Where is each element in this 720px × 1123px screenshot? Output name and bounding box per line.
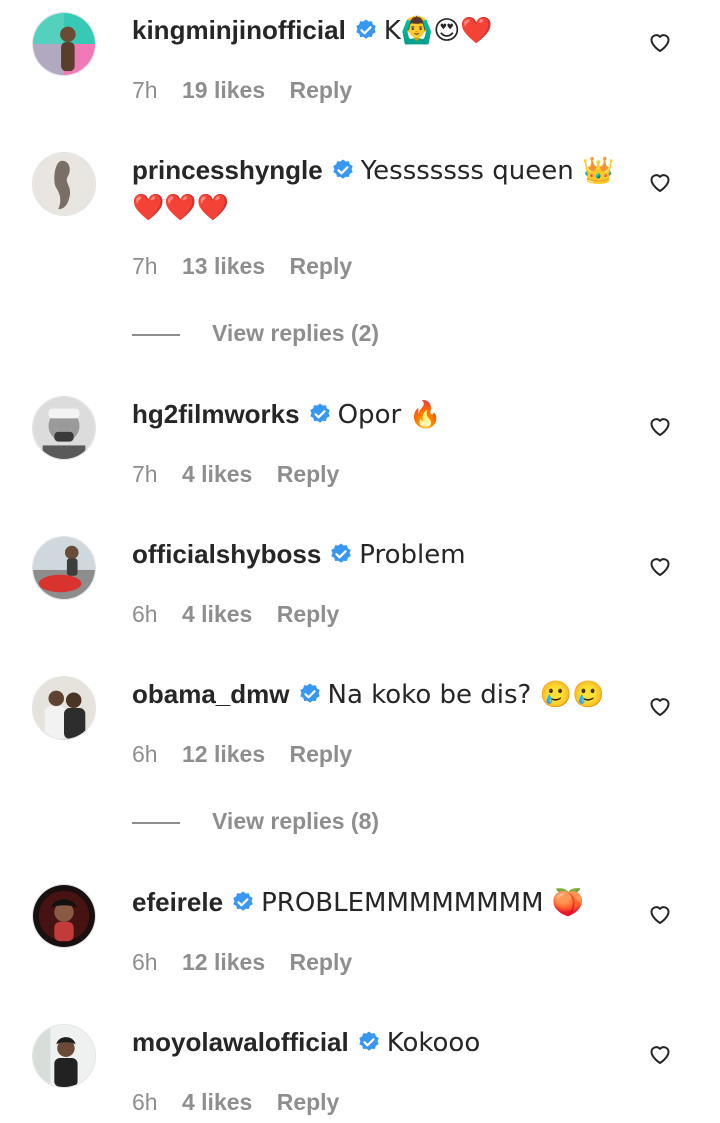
heart-outline-icon[interactable] <box>648 902 672 926</box>
likes-count[interactable]: 4 likes <box>182 461 252 487</box>
avatar[interactable] <box>32 396 96 460</box>
verified-badge-icon <box>308 402 332 426</box>
heart-outline-icon[interactable] <box>648 30 672 54</box>
verified-badge-icon <box>331 158 355 182</box>
verified-badge-icon <box>357 1030 381 1054</box>
likes-count[interactable]: 4 likes <box>182 1089 252 1115</box>
heart-outline-icon[interactable] <box>648 1042 672 1066</box>
heart-outline-icon[interactable] <box>648 554 672 578</box>
reply-button[interactable]: Reply <box>290 77 353 103</box>
heart-outline-icon[interactable] <box>648 170 672 194</box>
avatar[interactable] <box>32 1024 96 1088</box>
heart-outline-icon[interactable] <box>648 694 672 718</box>
verified-badge-icon <box>298 682 322 706</box>
likes-count[interactable]: 12 likes <box>182 741 265 767</box>
comment-body: K🙆‍♂️😍❤️ <box>383 16 493 46</box>
reply-button[interactable]: Reply <box>277 461 340 487</box>
divider <box>132 821 180 824</box>
comment-body: Problem <box>359 540 466 570</box>
reply-button[interactable]: Reply <box>277 601 340 627</box>
comment-text: obama_dmw Na koko be dis? 🥲🥲 <box>132 676 622 713</box>
likes-count[interactable]: 12 likes <box>182 949 265 975</box>
comment-meta: 6h 4 likes Reply <box>132 1086 357 1118</box>
timestamp: 7h <box>132 77 158 103</box>
username[interactable]: officialshyboss <box>132 539 321 569</box>
comment-body: Kokooo <box>386 1028 481 1058</box>
timestamp: 7h <box>132 461 158 487</box>
comment-text: kingminjinofficial K🙆‍♂️😍❤️ <box>132 12 622 49</box>
heart-outline-icon[interactable] <box>648 414 672 438</box>
comment-body: Opor 🔥 <box>337 400 442 430</box>
timestamp: 6h <box>132 741 158 767</box>
timestamp: 6h <box>132 949 158 975</box>
comment-text: hg2filmworks Opor 🔥 <box>132 396 622 433</box>
comment-text: princesshyngle Yesssssss queen 👑 ❤️❤️❤️ <box>132 152 622 226</box>
reply-button[interactable]: Reply <box>290 253 353 279</box>
reply-button[interactable]: Reply <box>290 949 353 975</box>
view-replies-button[interactable]: View replies (2) <box>132 317 379 349</box>
comment-meta: 6h 12 likes Reply <box>132 946 370 978</box>
avatar[interactable] <box>32 676 96 740</box>
likes-count[interactable]: 13 likes <box>182 253 265 279</box>
avatar[interactable] <box>32 12 96 76</box>
likes-count[interactable]: 19 likes <box>182 77 265 103</box>
verified-badge-icon <box>231 890 255 914</box>
comment-meta: 7h 4 likes Reply <box>132 458 357 490</box>
username[interactable]: hg2filmworks <box>132 399 300 429</box>
comment-text: efeirele PROBLEMMMMMMMM 🍑 <box>132 884 622 921</box>
view-replies-label[interactable]: View replies (2) <box>212 320 379 346</box>
avatar[interactable] <box>32 884 96 948</box>
avatar[interactable] <box>32 152 96 216</box>
comment-meta: 6h 12 likes Reply <box>132 738 370 770</box>
view-replies-button[interactable]: View replies (8) <box>132 805 379 837</box>
comment-body: PROBLEMMMMMMMM 🍑 <box>261 888 585 918</box>
username[interactable]: efeirele <box>132 887 223 917</box>
verified-badge-icon <box>329 542 353 566</box>
comment-meta: 7h 13 likes Reply <box>132 250 370 282</box>
likes-count[interactable]: 4 likes <box>182 601 252 627</box>
comment-text: officialshyboss Problem <box>132 536 622 573</box>
comment-body: Na koko be dis? 🥲🥲 <box>327 680 605 710</box>
reply-button[interactable]: Reply <box>290 741 353 767</box>
reply-button[interactable]: Reply <box>277 1089 340 1115</box>
username[interactable]: moyolawalofficial <box>132 1027 349 1057</box>
divider <box>132 333 180 336</box>
verified-badge-icon <box>354 18 378 42</box>
comment-text: moyolawalofficial Kokooo <box>132 1024 622 1061</box>
avatar[interactable] <box>32 536 96 600</box>
username[interactable]: obama_dmw <box>132 679 290 709</box>
username[interactable]: princesshyngle <box>132 155 323 185</box>
comment-meta: 6h 4 likes Reply <box>132 598 357 630</box>
timestamp: 7h <box>132 253 158 279</box>
view-replies-label[interactable]: View replies (8) <box>212 808 379 834</box>
timestamp: 6h <box>132 1089 158 1115</box>
comment-meta: 7h 19 likes Reply <box>132 74 370 106</box>
username[interactable]: kingminjinofficial <box>132 15 346 45</box>
timestamp: 6h <box>132 601 158 627</box>
